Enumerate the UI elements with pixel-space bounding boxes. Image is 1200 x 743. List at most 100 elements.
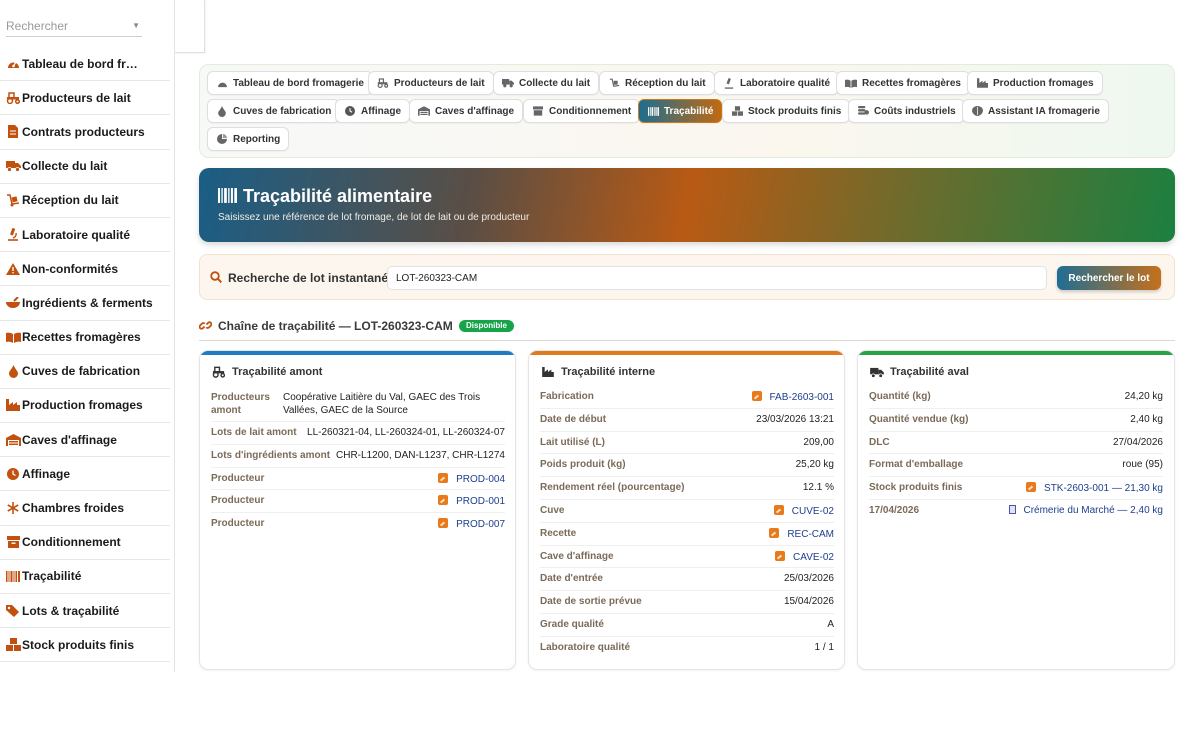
barcode-icon	[218, 188, 237, 206]
tab-conditionnement[interactable]: Conditionnement	[523, 99, 641, 123]
sidebar-item-label: Affinage	[22, 466, 70, 481]
sidebar-item-label: Collecte du lait	[22, 159, 108, 174]
cave-link[interactable]: CAVE-02	[793, 552, 834, 563]
row-label: Producteurs amont	[211, 392, 270, 416]
book-icon	[5, 329, 21, 345]
industry-icon	[976, 77, 988, 89]
row-value-link[interactable]: REC-CAM	[769, 527, 834, 540]
sidebar-item-lots[interactable]: Lots & traçabilité	[0, 594, 170, 629]
sidebar-item-label: Caves d'affinage	[22, 432, 117, 447]
brain-icon	[971, 105, 983, 117]
search-icon	[210, 271, 223, 286]
open-link-icon	[1026, 482, 1037, 493]
open-link-icon	[775, 550, 786, 561]
coins-icon	[857, 105, 869, 117]
client-link[interactable]: Crémerie du Marché — 2,40 kg	[1023, 505, 1163, 516]
card-rows: Quantité (kg) 24,20 kg Quantité vendue (…	[869, 386, 1163, 523]
row-value-link[interactable]: Crémerie du Marché — 2,40 kg	[1009, 504, 1163, 516]
sidebar-item-non-conformites[interactable]: Non-conformités	[0, 252, 170, 287]
sidebar-item-tracabilite[interactable]: Traçabilité	[0, 560, 170, 594]
search-lot-button[interactable]: Rechercher le lot	[1057, 266, 1161, 290]
fabrication-link[interactable]: FAB-2603-001	[770, 392, 835, 403]
sidebar-item-chambres-froides[interactable]: Chambres froides	[0, 491, 170, 526]
industry-icon	[5, 397, 21, 413]
sidebar-item-conditionnement[interactable]: Conditionnement	[0, 526, 170, 560]
row-label: Stock produits finis	[869, 482, 963, 494]
row-value: 15/04/2026	[783, 596, 834, 608]
detail-row: Lots d'ingrédients amont CHR-L1200, DAN-…	[211, 445, 505, 468]
pie-chart-icon	[216, 133, 228, 145]
lot-search-input[interactable]	[387, 266, 1047, 290]
row-label: 17/04/2026	[869, 504, 920, 516]
tab-stock[interactable]: Stock produits finis	[722, 99, 851, 123]
sidebar-item-cuves[interactable]: Cuves de fabrication	[0, 355, 170, 389]
tab-producteurs[interactable]: Producteurs de lait	[368, 71, 494, 95]
detail-row: Cave d'affinage CAVE-02	[540, 546, 834, 569]
tab-caves[interactable]: Caves d'affinage	[409, 99, 524, 123]
lot-search-panel: Recherche de lot instantanée Rechercher …	[199, 254, 1175, 300]
row-label: Producteur	[211, 495, 265, 507]
sidebar-item-recettes[interactable]: Recettes fromagères	[0, 321, 170, 355]
tab-label: Coûts industriels	[874, 105, 956, 117]
tab-affinage[interactable]: Affinage	[335, 99, 410, 123]
sidebar-item-reception[interactable]: Réception du lait	[0, 184, 170, 218]
sidebar-item-label: Réception du lait	[22, 193, 119, 208]
sidebar-item-label: Laboratoire qualité	[22, 227, 131, 242]
barcode-icon	[5, 568, 21, 584]
tab-reporting[interactable]: Reporting	[207, 127, 290, 151]
row-value: 25/03/2026	[783, 573, 834, 585]
row-value-link[interactable]: PROD-001	[438, 495, 505, 507]
tractor-icon	[377, 77, 389, 89]
sidebar-item-ingredients[interactable]: Ingrédients & ferments	[0, 286, 170, 321]
sidebar-item-caves[interactable]: Caves d'affinage	[0, 423, 170, 458]
sidebar-item-dashboard[interactable]: Tableau de bord fromagerie	[0, 47, 170, 82]
row-label: Cuve	[540, 504, 565, 516]
detail-row: Date de début 23/03/2026 13:21	[540, 409, 834, 432]
mortar-icon	[5, 295, 21, 311]
detail-row: Fabrication FAB-2603-001	[540, 386, 834, 409]
row-label: Producteur	[211, 472, 265, 484]
tab-cuves[interactable]: Cuves de fabrication	[207, 99, 341, 123]
row-value-link[interactable]: STK-2603-001 — 21,30 kg	[1026, 482, 1163, 494]
sidebar-search-select[interactable]: Rechercher ▼	[6, 15, 142, 37]
module-tabs: Tableau de bord fromagerie Producteurs d…	[199, 64, 1175, 158]
tab-collecte[interactable]: Collecte du lait	[493, 71, 600, 95]
producer-link[interactable]: PROD-004	[456, 474, 505, 485]
producer-link[interactable]: PROD-007	[456, 519, 505, 530]
detail-row: Producteur PROD-007	[211, 513, 505, 536]
tab-label: Recettes fromagères	[862, 77, 961, 89]
tab-tracabilite[interactable]: Traçabilité	[638, 99, 723, 123]
row-value-link[interactable]: CAVE-02	[775, 550, 834, 563]
row-value: 1 / 1	[814, 641, 834, 653]
stock-link[interactable]: STK-2603-001 — 21,30 kg	[1044, 483, 1163, 494]
tab-dashboard[interactable]: Tableau de bord fromagerie	[207, 71, 373, 95]
tab-couts[interactable]: Coûts industriels	[848, 99, 965, 123]
row-label: Quantité vendue (kg)	[869, 413, 969, 425]
sidebar-item-production[interactable]: Production fromages	[0, 389, 170, 424]
tab-assistant-ia[interactable]: Assistant IA fromagerie	[962, 99, 1109, 123]
tab-recettes[interactable]: Recettes fromagères	[836, 71, 970, 95]
tab-reception[interactable]: Réception du lait	[599, 71, 715, 95]
row-value-link[interactable]: PROD-004	[438, 472, 505, 485]
producer-link[interactable]: PROD-001	[456, 496, 505, 507]
tab-laboratoire[interactable]: Laboratoire qualité	[714, 71, 840, 95]
building-icon	[1009, 504, 1017, 514]
sidebar-item-collecte[interactable]: Collecte du lait	[0, 150, 170, 184]
sidebar-item-laboratoire[interactable]: Laboratoire qualité	[0, 218, 170, 253]
detail-row: Quantité vendue (kg) 2,40 kg	[869, 409, 1163, 432]
row-value: Coopérative Laitière du Val, GAEC des Tr…	[283, 392, 481, 416]
chevron-down-icon[interactable]: ▼	[132, 15, 140, 37]
detail-row: Date d'entrée 25/03/2026	[540, 568, 834, 592]
sidebar-item-producteurs[interactable]: Producteurs de lait	[0, 81, 170, 116]
sidebar-item-stock[interactable]: Stock produits finis	[0, 628, 170, 663]
row-value-link[interactable]: PROD-007	[438, 518, 505, 530]
row-value-link[interactable]: CUVE-02	[773, 504, 834, 517]
cuve-link[interactable]: CUVE-02	[792, 506, 834, 517]
row-value-link[interactable]: FAB-2603-001	[751, 391, 835, 403]
warning-icon	[5, 261, 21, 277]
tab-production[interactable]: Production fromages	[967, 71, 1103, 95]
recette-link[interactable]: REC-CAM	[787, 529, 834, 540]
sidebar-item-contrats[interactable]: Contrats producteurs	[0, 115, 170, 150]
sidebar-item-affinage[interactable]: Affinage	[0, 457, 170, 492]
microscope-icon	[723, 77, 735, 89]
